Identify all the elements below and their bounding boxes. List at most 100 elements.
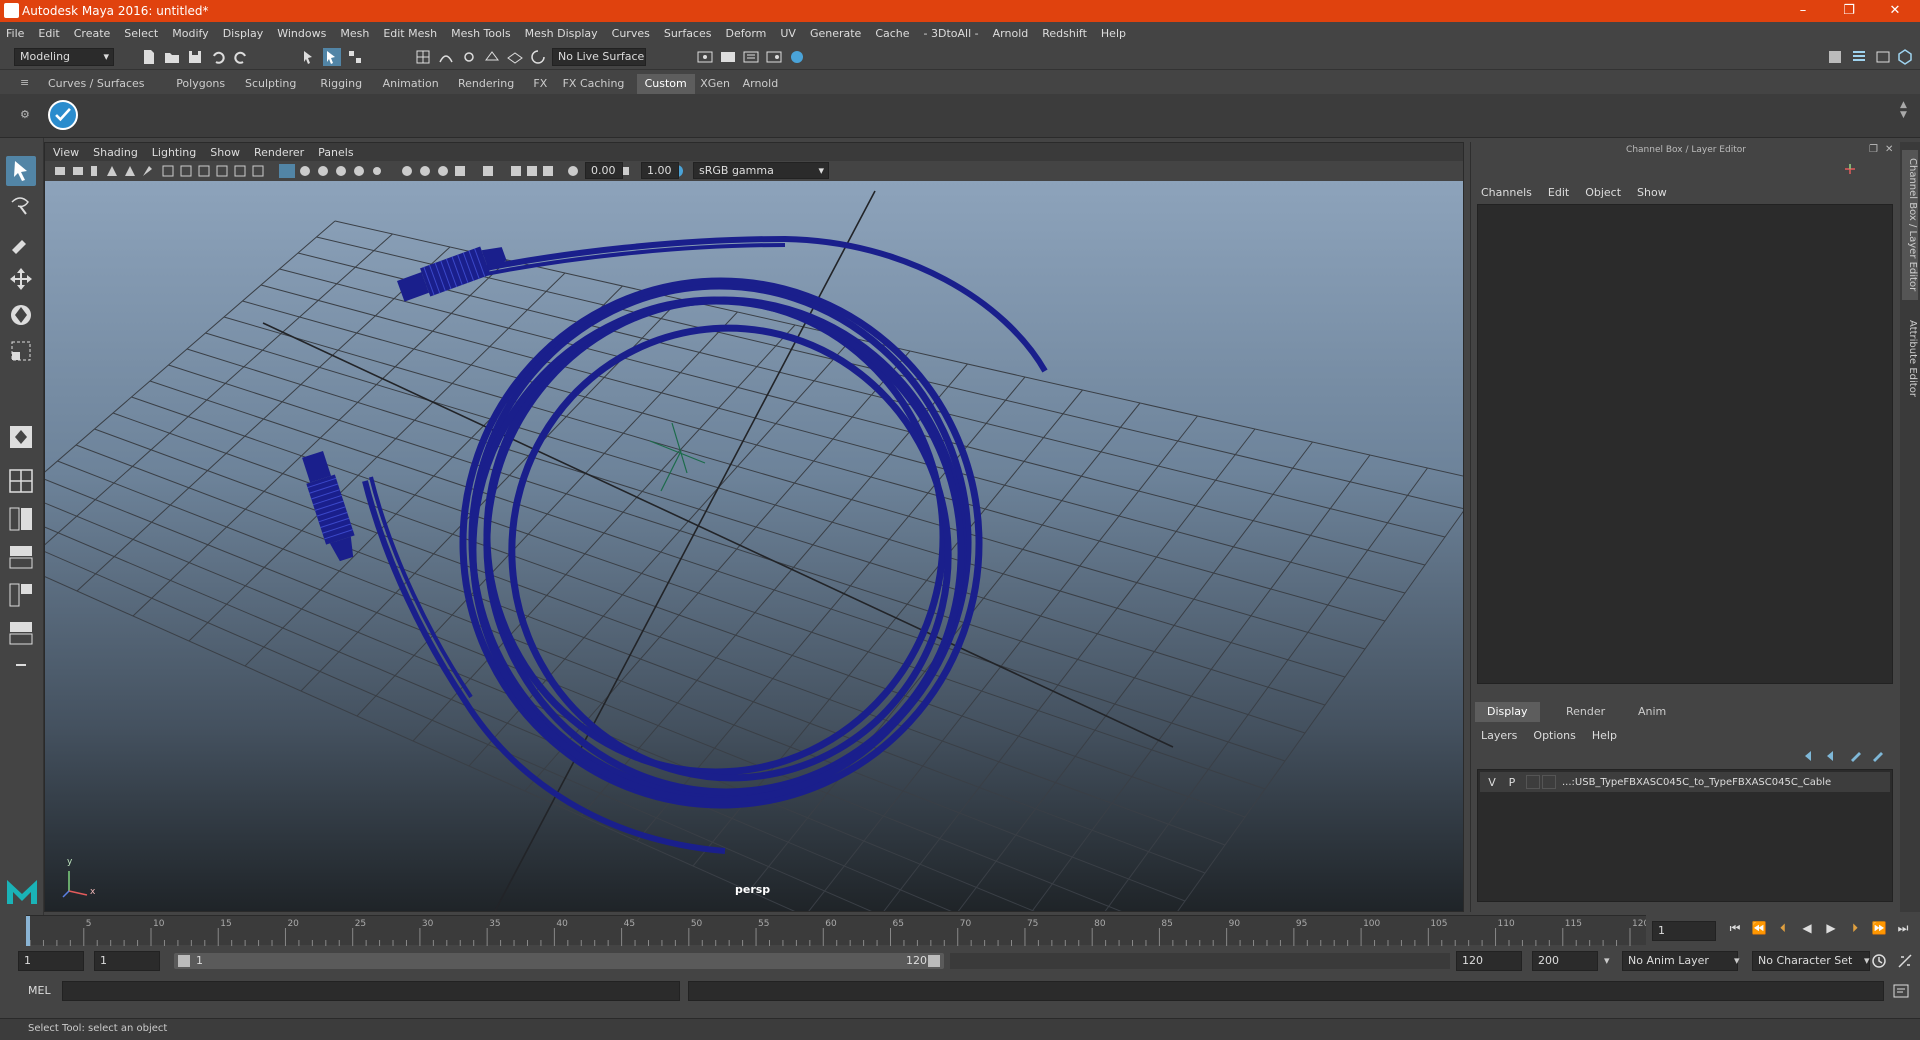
layer-tab-render[interactable]: Render — [1554, 702, 1617, 722]
channel-box-body[interactable] — [1477, 204, 1893, 684]
shelf-tab-custom[interactable]: Custom — [636, 74, 695, 94]
channel-box-toggle-icon[interactable] — [1850, 48, 1868, 66]
close-panel-icon[interactable]: ✕ — [1885, 144, 1893, 155]
move-tool-icon[interactable] — [6, 264, 36, 294]
shelf-tab-polygons[interactable]: Polygons — [168, 74, 233, 94]
menu-mesh[interactable]: Mesh — [340, 27, 369, 40]
gamma-field[interactable]: 1.00 — [641, 162, 679, 179]
layer-menu-options[interactable]: Options — [1533, 729, 1575, 742]
snap-surface-icon[interactable] — [506, 48, 524, 66]
range-start-handle[interactable] — [178, 955, 190, 967]
select-object-icon[interactable] — [323, 48, 341, 66]
menu-file[interactable]: File — [6, 27, 24, 40]
exposure-field[interactable]: 0.00 — [585, 162, 623, 179]
animation-end-field[interactable]: 200 — [1532, 951, 1598, 971]
play-forward-icon[interactable]: ▶ — [1820, 917, 1842, 939]
layer-actions-icons[interactable] — [1801, 748, 1891, 764]
layer-playback-toggle[interactable]: P — [1504, 776, 1520, 789]
current-time-indicator[interactable] — [26, 916, 30, 946]
single-perspective-layout-icon[interactable] — [6, 422, 36, 452]
custom-shelf-script-icon[interactable] — [48, 100, 78, 130]
shelf-tab-animation[interactable]: Animation — [375, 74, 447, 94]
range-end-handle[interactable] — [928, 955, 940, 967]
hypershade-layout-icon[interactable] — [6, 618, 36, 648]
playback-end-field[interactable]: 120 — [1456, 951, 1522, 971]
shelf-tab-fx[interactable]: FX — [525, 74, 555, 94]
menu-mesh-display[interactable]: Mesh Display — [525, 27, 598, 40]
menu-windows[interactable]: Windows — [277, 27, 326, 40]
rotate-tool-icon[interactable] — [6, 300, 36, 330]
layer-reference-toggle[interactable] — [1526, 775, 1540, 789]
layer-menu-layers[interactable]: Layers — [1481, 729, 1517, 742]
select-tool-icon[interactable] — [6, 156, 36, 186]
shelf-tab-fx-caching[interactable]: FX Caching — [555, 74, 633, 94]
current-frame-field[interactable]: 1 — [1652, 921, 1716, 941]
menu-mesh-tools[interactable]: Mesh Tools — [451, 27, 511, 40]
viewport-menu-renderer[interactable]: Renderer — [254, 146, 304, 159]
menu-uv[interactable]: UV — [780, 27, 796, 40]
menu-select[interactable]: Select — [124, 27, 158, 40]
open-scene-icon[interactable] — [163, 48, 181, 66]
attribute-editor-toggle-icon[interactable] — [1874, 48, 1892, 66]
render-settings-icon[interactable] — [742, 48, 760, 66]
restore-button[interactable]: ❐ — [1826, 0, 1872, 22]
redo-icon[interactable] — [232, 48, 250, 66]
undo-icon[interactable] — [209, 48, 227, 66]
scale-tool-icon[interactable] — [6, 336, 36, 366]
menu-surfaces[interactable]: Surfaces — [664, 27, 712, 40]
color-space-dropdown[interactable]: sRGB gamma ▾ — [693, 162, 829, 179]
shelf-tab-rigging[interactable]: Rigging — [312, 74, 370, 94]
hypershade-icon[interactable] — [765, 48, 783, 66]
shelf-tab-xgen[interactable]: XGen — [692, 74, 738, 94]
auto-key-icon[interactable] — [1870, 952, 1888, 970]
scene-canvas[interactable] — [45, 181, 1463, 911]
command-language-label[interactable]: MEL — [28, 984, 51, 997]
layer-color-swatch[interactable] — [1542, 775, 1556, 789]
channel-box-menu-channels[interactable]: Channels — [1481, 186, 1532, 199]
paint-select-tool-icon[interactable] — [6, 228, 36, 258]
four-view-layout-icon[interactable] — [6, 466, 36, 496]
persp-graph-layout-icon[interactable] — [6, 542, 36, 572]
layer-tab-anim[interactable]: Anim — [1626, 702, 1678, 722]
snap-point-icon[interactable] — [460, 48, 478, 66]
character-set-dropdown[interactable]: No Character Set — [1752, 951, 1870, 971]
channel-box-menu-object[interactable]: Object — [1585, 186, 1621, 199]
menu-cache[interactable]: Cache — [875, 27, 909, 40]
snap-curve-icon[interactable] — [437, 48, 455, 66]
ipr-render-icon[interactable] — [719, 48, 737, 66]
perspective-viewport[interactable]: y x persp — [45, 181, 1463, 911]
layer-row[interactable]: V P ...:USB_TypeFBXASC045C_to_TypeFBXASC… — [1480, 772, 1890, 792]
shelf-menu-icon[interactable]: ≡ — [20, 76, 29, 89]
viewport-menu-panels[interactable]: Panels — [318, 146, 353, 159]
step-back-key-icon[interactable]: ⏪ — [1748, 917, 1770, 939]
menu-redshift[interactable]: Redshift — [1042, 27, 1087, 40]
shelf-tab-sculpting[interactable]: Sculpting — [237, 74, 304, 94]
menu-generate[interactable]: Generate — [810, 27, 861, 40]
channel-box-menu-edit[interactable]: Edit — [1548, 186, 1569, 199]
snap-grid-icon[interactable] — [414, 48, 432, 66]
menu-3dtoall[interactable]: - 3DtoAll - — [924, 27, 979, 40]
viewport-menu-shading[interactable]: Shading — [93, 146, 138, 159]
viewport-menu-view[interactable]: View — [53, 146, 79, 159]
menu-edit-mesh[interactable]: Edit Mesh — [383, 27, 437, 40]
go-to-end-icon[interactable]: ⏭ — [1892, 917, 1914, 939]
viewport-menu-lighting[interactable]: Lighting — [152, 146, 196, 159]
menu-help[interactable]: Help — [1101, 27, 1126, 40]
minimize-button[interactable]: – — [1780, 0, 1826, 22]
menu-curves[interactable]: Curves — [612, 27, 650, 40]
viewport-menu-show[interactable]: Show — [210, 146, 240, 159]
modeling-toolkit-icon[interactable] — [1826, 48, 1844, 66]
channel-box-settings-icon[interactable] — [1843, 162, 1857, 176]
float-panel-icon[interactable]: ❐ — [1869, 144, 1878, 155]
lasso-tool-icon[interactable] — [6, 192, 36, 222]
timeline-ruler[interactable]: 5 10 15 20 25 30 35 40 45 50 55 60 65 70 75 80 85 90 95 100… — [26, 915, 1649, 946]
tool-settings-toggle-icon[interactable] — [1896, 48, 1914, 66]
make-live-icon[interactable] — [529, 48, 547, 66]
animation-start-field[interactable]: 1 — [18, 951, 84, 971]
animation-preferences-icon[interactable] — [1896, 952, 1914, 970]
menu-create[interactable]: Create — [74, 27, 111, 40]
layer-visibility-toggle[interactable]: V — [1484, 776, 1500, 789]
menu-modify[interactable]: Modify — [172, 27, 208, 40]
layer-menu-help[interactable]: Help — [1592, 729, 1617, 742]
command-input[interactable] — [62, 981, 680, 1001]
